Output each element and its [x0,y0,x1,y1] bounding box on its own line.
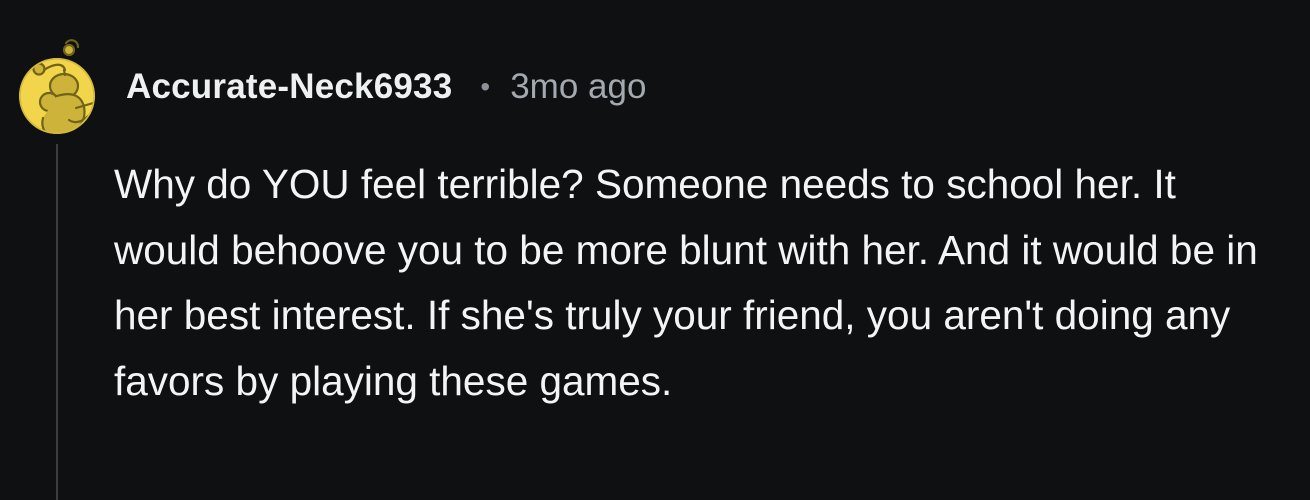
comment: Accurate-Neck6933 • 3mo ago Why do YOU f… [0,0,1310,500]
comment-header: Accurate-Neck6933 • 3mo ago [126,62,646,112]
separator-dot: • [480,71,491,102]
avatar[interactable] [18,34,96,138]
username-link[interactable]: Accurate-Neck6933 [126,67,452,107]
snoo-avatar-icon [19,39,95,134]
timestamp[interactable]: 3mo ago [510,67,646,107]
comment-body: Why do YOU feel terrible? Someone needs … [114,161,1258,404]
thread-line[interactable] [56,144,58,500]
